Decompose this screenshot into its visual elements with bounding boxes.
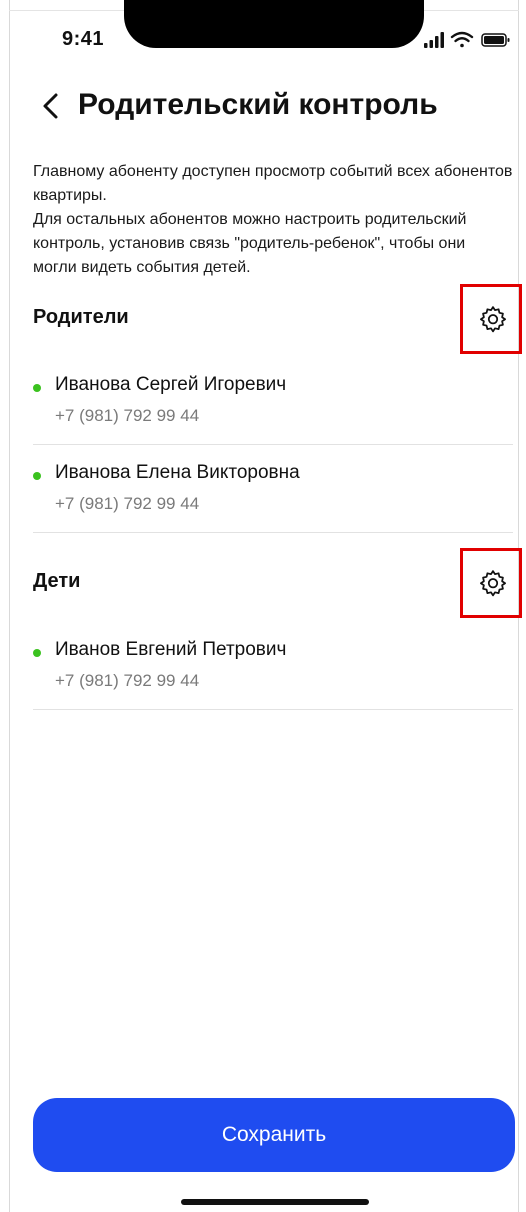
children-settings-button[interactable] bbox=[460, 548, 522, 618]
description: Главному абоненту доступен просмотр собы… bbox=[33, 160, 513, 280]
notch bbox=[124, 0, 424, 48]
member-name: Иванова Елена Викторовна bbox=[55, 462, 300, 483]
online-status-dot bbox=[33, 649, 41, 657]
gear-icon bbox=[479, 570, 507, 597]
status-bar: 9:41 bbox=[0, 0, 526, 70]
children-section-title: Дети bbox=[33, 570, 81, 592]
member-name: Иванова Сергей Игоревич bbox=[55, 374, 287, 395]
member-phone: +7 (981) 792 99 44 bbox=[55, 494, 200, 513]
save-button[interactable]: Сохранить bbox=[33, 1098, 515, 1172]
divider bbox=[33, 709, 513, 710]
description-paragraph-2: Для остальных абонентов можно настроить … bbox=[33, 211, 467, 276]
gear-icon bbox=[479, 306, 507, 333]
nav-bar: Родительский контроль bbox=[38, 86, 518, 128]
online-status-dot bbox=[33, 384, 41, 392]
divider bbox=[33, 444, 513, 445]
member-name: Иванов Евгений Петрович bbox=[55, 639, 287, 660]
description-paragraph-1: Главному абоненту доступен просмотр собы… bbox=[33, 163, 513, 204]
signal-icon bbox=[424, 32, 444, 48]
divider bbox=[33, 532, 513, 533]
page-title: Родительский контроль bbox=[78, 88, 438, 121]
parents-section-title: Родители bbox=[33, 306, 129, 328]
online-status-dot bbox=[33, 472, 41, 480]
wifi-icon bbox=[450, 31, 474, 48]
battery-icon bbox=[481, 33, 510, 47]
status-icons bbox=[424, 31, 510, 48]
home-indicator bbox=[181, 1199, 369, 1205]
parents-settings-button[interactable] bbox=[460, 284, 522, 354]
member-phone: +7 (981) 792 99 44 bbox=[55, 406, 200, 425]
member-phone: +7 (981) 792 99 44 bbox=[55, 671, 200, 690]
back-arrow-icon[interactable] bbox=[38, 90, 64, 122]
status-time: 9:41 bbox=[62, 28, 105, 50]
